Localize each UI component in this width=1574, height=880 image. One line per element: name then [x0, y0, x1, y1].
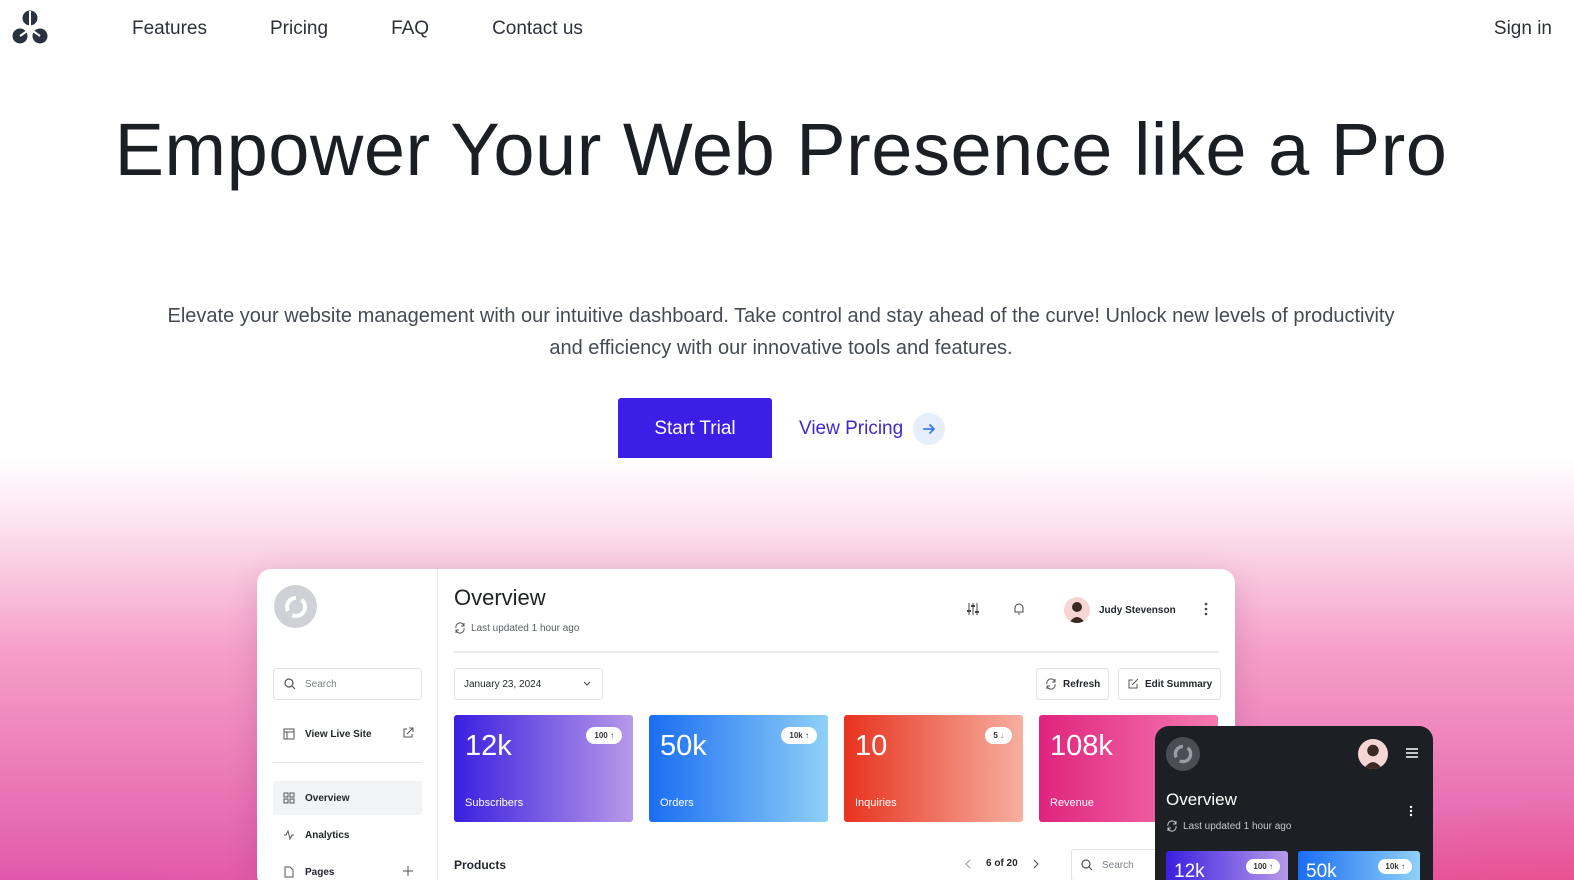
- more-vertical-icon[interactable]: [1409, 804, 1413, 822]
- stat-label: Inquiries: [855, 797, 897, 809]
- bell-icon[interactable]: [1012, 602, 1026, 621]
- view-pricing-label: View Pricing: [799, 418, 904, 439]
- arrow-up-icon: ↑: [805, 731, 809, 740]
- refresh-icon: [1167, 820, 1177, 832]
- external-link-icon: [402, 727, 414, 742]
- stat-card-subscribers[interactable]: 12k 100 ↑ Subscribers: [454, 715, 633, 822]
- edit-summary-button[interactable]: Edit Summary: [1118, 668, 1222, 700]
- file-icon: [282, 865, 296, 879]
- stat-badge: 100 ↑: [586, 727, 622, 744]
- dashboard-preview: Search View Live Site Overview Analytics…: [257, 569, 1235, 880]
- mobile-last-updated-text: Last updated 1 hour ago: [1183, 820, 1292, 832]
- date-select[interactable]: January 23, 2024: [454, 668, 603, 700]
- stat-value: 12k: [465, 730, 512, 762]
- sidebar-search-input[interactable]: Search: [273, 668, 422, 700]
- mobile-overview-title: Overview: [1166, 790, 1237, 809]
- mobile-stat-card[interactable]: 50k 10k ↑: [1298, 851, 1420, 880]
- mobile-stat-card[interactable]: 12k 100 ↑: [1166, 851, 1288, 880]
- stat-badge: 5 ↓: [985, 727, 1012, 744]
- products-search-input[interactable]: Search: [1071, 849, 1161, 880]
- arrow-right-icon: [913, 413, 946, 445]
- nav-link-pricing[interactable]: Pricing: [270, 17, 328, 41]
- date-select-value: January 23, 2024: [464, 678, 542, 690]
- user-menu[interactable]: Judy Stevenson: [1064, 597, 1176, 623]
- refresh-icon: [455, 622, 465, 634]
- dashboard-main: Overview Last updated 1 hour ago Judy St…: [438, 569, 1235, 880]
- start-trial-button[interactable]: Start Trial: [618, 398, 772, 460]
- sidebar-item-pages[interactable]: Pages: [273, 855, 422, 880]
- stat-value: 50k: [660, 730, 707, 762]
- stat-value: 12k: [1174, 861, 1205, 880]
- brand-logo-icon[interactable]: [9, 9, 51, 49]
- stat-badge: 100 ↑: [1246, 859, 1280, 874]
- sidebar-search-placeholder: Search: [305, 678, 337, 690]
- products-title: Products: [454, 858, 507, 872]
- arrow-up-icon: ↑: [610, 731, 614, 740]
- hero-subtitle: Elevate your website management with our…: [167, 305, 1395, 359]
- stat-badge: 10k ↑: [1378, 859, 1412, 874]
- mobile-preview: Overview Last updated 1 hour ago 12k 100…: [1155, 726, 1433, 880]
- avatar[interactable]: [1358, 739, 1388, 769]
- edit-icon: [1128, 678, 1139, 689]
- search-icon: [284, 678, 296, 690]
- hamburger-menu-icon[interactable]: [1405, 746, 1419, 764]
- refresh-button[interactable]: Refresh: [1036, 668, 1110, 700]
- sidebar-item-label: Overview: [305, 792, 350, 804]
- mobile-last-updated: Last updated 1 hour ago: [1166, 820, 1291, 832]
- sidebar-divider: [273, 762, 422, 763]
- stat-badge: 10k ↑: [781, 727, 817, 744]
- more-vertical-icon[interactable]: [1204, 602, 1208, 621]
- activity-icon: [282, 828, 296, 842]
- pagination: 6 of 20: [964, 858, 1040, 869]
- chevron-right-icon[interactable]: [1032, 859, 1040, 869]
- dashboard-logo-icon: [274, 585, 317, 628]
- nav-link-contact[interactable]: Contact us: [492, 17, 583, 41]
- nav-link-features[interactable]: Features: [132, 17, 207, 41]
- mobile-logo-icon: [1166, 737, 1200, 771]
- refresh-icon: [1046, 678, 1056, 690]
- last-updated: Last updated 1 hour ago: [454, 622, 579, 634]
- products-search-placeholder: Search: [1102, 859, 1134, 871]
- browser-icon: [282, 727, 296, 741]
- stat-value: 50k: [1306, 861, 1337, 880]
- header-divider: [454, 651, 1219, 653]
- top-nav: Features Pricing FAQ Contact us Sign in: [0, 0, 1574, 58]
- sidebar-item-label: Analytics: [305, 829, 350, 841]
- nav-links: Features Pricing FAQ Contact us: [132, 17, 646, 41]
- search-icon: [1081, 859, 1093, 871]
- sign-in-link[interactable]: Sign in: [1494, 17, 1552, 41]
- sidebar-item-label: Pages: [305, 866, 335, 878]
- plus-icon[interactable]: [402, 865, 414, 880]
- chevron-down-icon: [582, 679, 592, 692]
- avatar: [1064, 597, 1090, 623]
- pager-text: 6 of 20: [986, 858, 1018, 869]
- stat-value: 108k: [1050, 730, 1113, 762]
- refresh-label: Refresh: [1063, 678, 1101, 690]
- grid-icon: [282, 791, 296, 805]
- stat-label: Revenue: [1050, 797, 1095, 809]
- stat-card-inquiries[interactable]: 10 5 ↓ Inquiries: [844, 715, 1023, 822]
- arrow-down-icon: ↓: [1000, 731, 1004, 740]
- stat-value: 10: [855, 730, 888, 762]
- sidebar-item-label: View Live Site: [305, 728, 372, 740]
- overview-title: Overview: [454, 585, 546, 610]
- hero-title: Empower Your Web Presence like a Pro: [114, 108, 1448, 191]
- chevron-left-icon[interactable]: [964, 859, 972, 869]
- dashboard-sidebar: Search View Live Site Overview Analytics…: [257, 569, 438, 880]
- last-updated-text: Last updated 1 hour ago: [471, 622, 580, 634]
- edit-summary-label: Edit Summary: [1145, 678, 1213, 690]
- sidebar-item-analytics[interactable]: Analytics: [273, 818, 422, 852]
- user-name: Judy Stevenson: [1099, 604, 1176, 616]
- stat-label: Orders: [660, 797, 694, 809]
- sidebar-item-view-live-site[interactable]: View Live Site: [273, 717, 422, 751]
- stat-card-orders[interactable]: 50k 10k ↑ Orders: [649, 715, 828, 822]
- stat-label: Subscribers: [465, 797, 524, 809]
- view-pricing-link[interactable]: View Pricing: [799, 413, 946, 445]
- nav-link-faq[interactable]: FAQ: [391, 17, 429, 41]
- sidebar-item-overview[interactable]: Overview: [273, 781, 422, 815]
- filter-sliders-icon[interactable]: [966, 602, 980, 621]
